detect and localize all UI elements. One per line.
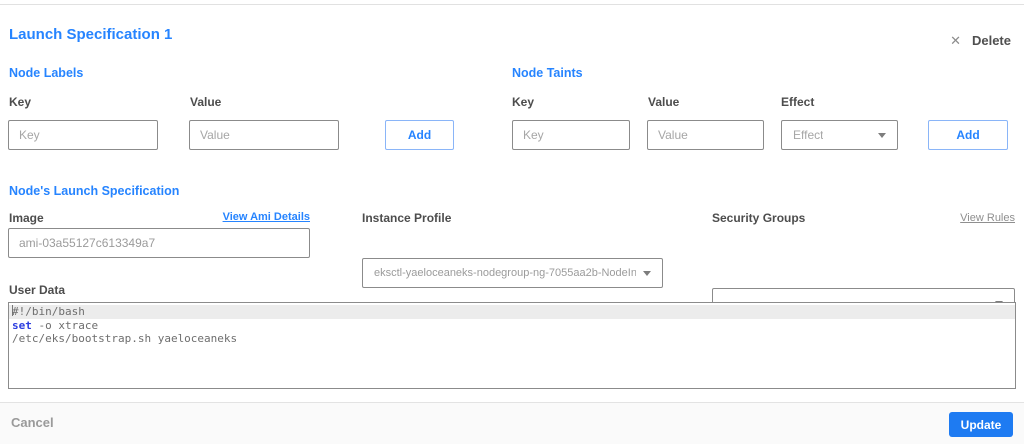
footer-bar: [0, 402, 1024, 444]
view-rules-link[interactable]: View Rules: [712, 212, 1015, 224]
chevron-down-icon: [878, 133, 886, 138]
user-data-label: User Data: [9, 283, 66, 297]
node-taints-heading: Node Taints: [512, 66, 583, 80]
node-taints-effect-select[interactable]: Effect: [781, 120, 898, 150]
close-icon: ✕: [950, 33, 961, 48]
node-labels-add-button[interactable]: Add: [385, 120, 454, 150]
view-ami-details-link[interactable]: View Ami Details: [8, 211, 310, 223]
effect-select-placeholder: Effect: [793, 128, 824, 142]
node-labels-key-label: Key: [9, 95, 32, 109]
image-input[interactable]: [8, 228, 310, 258]
node-taints-value-input[interactable]: [647, 120, 764, 150]
instance-profile-label: Instance Profile: [362, 211, 452, 225]
node-taints-value-label: Value: [648, 95, 680, 109]
instance-profile-value: eksctl-yaeloceaneks-nodegroup-ng-7055aa2…: [374, 267, 636, 279]
node-taints-key-input[interactable]: [512, 120, 630, 150]
node-taints-effect-label: Effect: [781, 95, 815, 109]
node-labels-key-input[interactable]: [8, 120, 158, 150]
delete-button-label: Delete: [971, 33, 1011, 48]
cancel-button[interactable]: Cancel: [11, 415, 54, 430]
code-line-3: /etc/eks/bootstrap.sh yaeloceaneks: [12, 332, 238, 345]
code-line-2: set -o xtrace: [12, 318, 99, 332]
update-button[interactable]: Update: [949, 412, 1013, 437]
page-title: Launch Specification 1: [9, 26, 173, 43]
node-taints-add-button[interactable]: Add: [928, 120, 1008, 150]
top-divider: [0, 4, 1024, 5]
node-taints-key-label: Key: [512, 95, 535, 109]
delete-button[interactable]: ✕ Delete: [950, 33, 1011, 48]
node-labels-value-label: Value: [190, 95, 222, 109]
launch-spec-heading: Node's Launch Specification: [9, 184, 180, 198]
user-data-editor[interactable]: #!/bin/bash set -o xtrace /etc/eks/boots…: [8, 302, 1016, 389]
node-labels-value-input[interactable]: [189, 120, 339, 150]
node-labels-heading: Node Labels: [9, 66, 84, 80]
chevron-down-icon: [643, 271, 651, 276]
code-line-1: #!/bin/bash: [9, 305, 1015, 319]
instance-profile-select[interactable]: eksctl-yaeloceaneks-nodegroup-ng-7055aa2…: [362, 258, 663, 288]
